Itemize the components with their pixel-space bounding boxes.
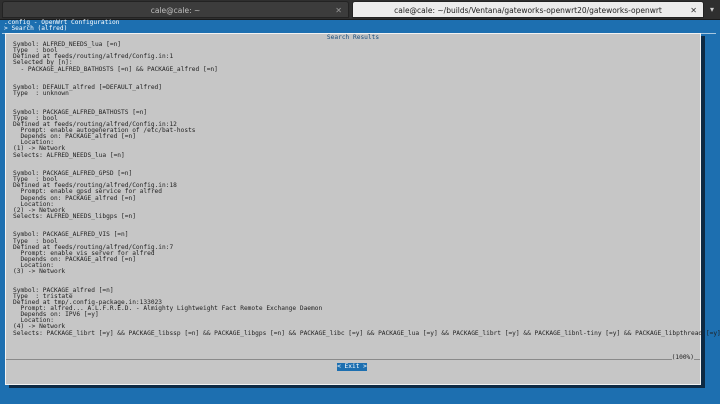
tab-home-terminal[interactable]: cale@cale: ~ ✕ xyxy=(2,1,349,18)
terminal-tab-bar: cale@cale: ~ ✕ cale@cale: ~/builds/Venta… xyxy=(0,0,720,20)
menuconfig-header: .config - OpenWrt Configuration > Search… xyxy=(2,19,718,32)
chevron-down-icon[interactable]: ▾ xyxy=(706,2,718,17)
search-results-dialog: Search Results Symbol: ALFRED_NEEDS_lua … xyxy=(5,33,720,385)
exit-button[interactable]: < Exit > xyxy=(337,363,367,371)
terminal-window[interactable]: .config - OpenWrt Configuration > Search… xyxy=(0,19,720,404)
tab-title: cale@cale: ~ xyxy=(150,6,201,15)
tab-gateworks-terminal[interactable]: cale@cale: ~/builds/Ventana/gateworks-op… xyxy=(352,1,704,18)
close-icon[interactable]: ✕ xyxy=(690,2,697,19)
dialog-divider xyxy=(6,359,700,360)
search-results-text[interactable]: Symbol: ALFRED_NEEDS_lua [=n] Type : bool… xyxy=(13,41,720,337)
dialog-title: Search Results xyxy=(326,34,380,41)
dialog-shadow-bottom xyxy=(9,385,705,388)
scroll-percent: (100%) xyxy=(671,354,694,361)
close-icon[interactable]: ✕ xyxy=(335,2,342,19)
tab-title: cale@cale: ~/builds/Ventana/gateworks-op… xyxy=(394,6,662,15)
result-line: Selects: PACKAGE_librt [=y] && PACKAGE_l… xyxy=(13,329,720,337)
breadcrumb: > Search (alfred) xyxy=(4,25,68,32)
